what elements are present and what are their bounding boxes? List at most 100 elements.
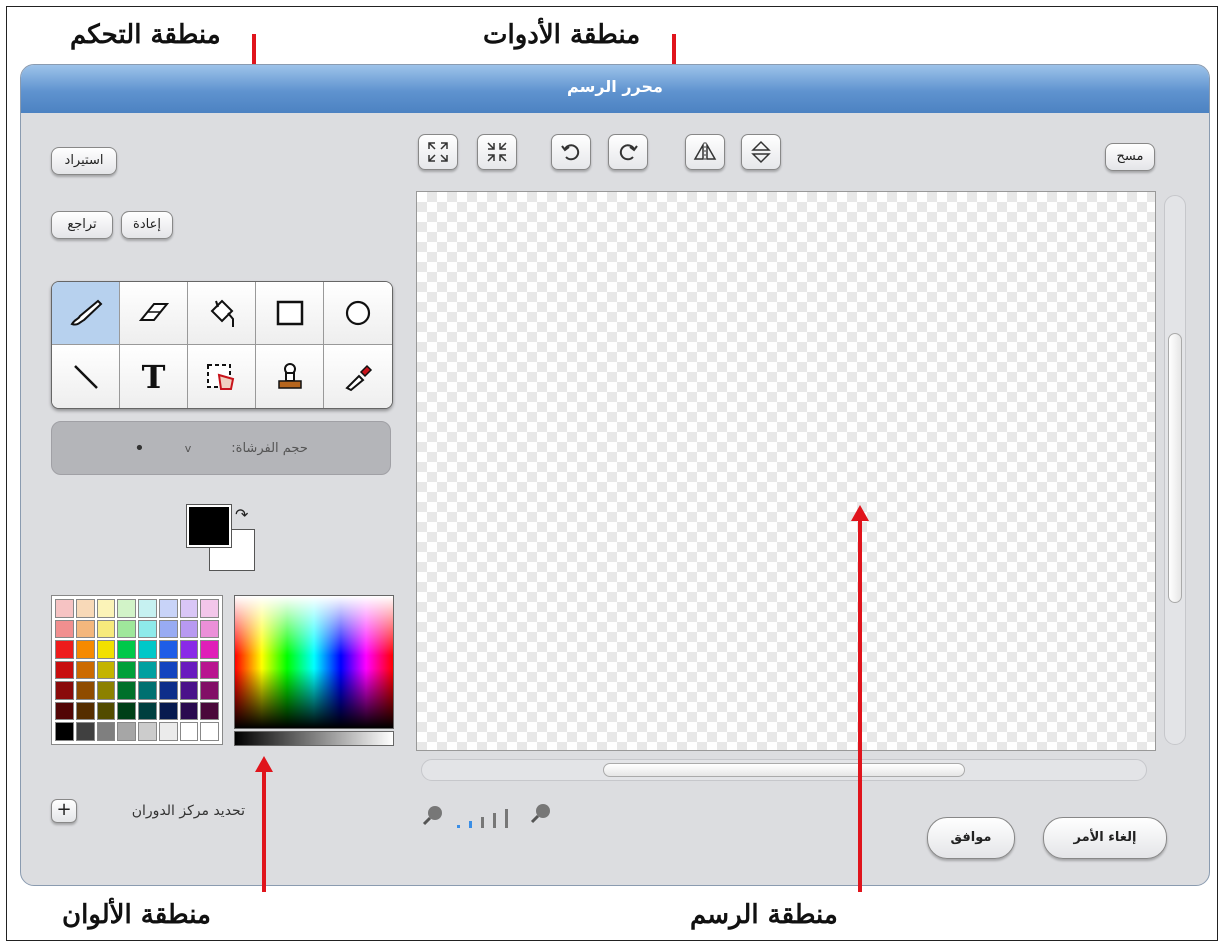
color-swatch[interactable]: [75, 681, 95, 700]
swap-colors-icon[interactable]: ↷: [235, 505, 248, 524]
color-swatch[interactable]: [75, 660, 95, 680]
grow-icon[interactable]: [418, 134, 458, 170]
tool-palette: T: [51, 281, 393, 409]
grayscale-picker[interactable]: [234, 731, 394, 746]
horizontal-scroll-thumb[interactable]: [603, 763, 965, 777]
color-swatch[interactable]: [179, 660, 199, 680]
color-swatch[interactable]: [75, 619, 95, 639]
color-swatch[interactable]: [117, 640, 136, 659]
eraser-icon[interactable]: [120, 282, 188, 345]
arrow-colors-area: [262, 772, 266, 892]
drawing-canvas[interactable]: [416, 191, 1156, 751]
color-swatch[interactable]: [158, 722, 178, 741]
color-swatch[interactable]: [117, 599, 136, 618]
color-swatch[interactable]: [158, 660, 178, 680]
color-swatch[interactable]: [179, 640, 199, 659]
color-swatch[interactable]: [117, 681, 136, 700]
color-swatch[interactable]: [158, 599, 178, 618]
color-swatch[interactable]: [96, 599, 116, 618]
color-swatch[interactable]: [179, 599, 199, 618]
ellipse-icon[interactable]: [324, 282, 392, 345]
color-swatch[interactable]: [96, 619, 116, 639]
color-swatch[interactable]: [138, 599, 157, 618]
color-swatch[interactable]: [200, 701, 219, 721]
text-icon[interactable]: T: [120, 345, 188, 408]
color-swatch[interactable]: [55, 681, 74, 700]
zoom-out-icon[interactable]: [421, 803, 445, 831]
flip-horizontal-icon[interactable]: [685, 134, 725, 170]
window-title: محرر الرسم: [21, 65, 1209, 113]
color-swatch[interactable]: [55, 701, 74, 721]
color-swatch[interactable]: [117, 619, 136, 639]
color-swatch[interactable]: [200, 599, 219, 618]
color-swatch[interactable]: [55, 619, 74, 639]
annotation-control-area: منطقة التحكم: [70, 20, 221, 50]
shrink-icon[interactable]: [477, 134, 517, 170]
line-icon[interactable]: [52, 345, 120, 408]
color-swatch[interactable]: [96, 701, 116, 721]
color-swatch[interactable]: [179, 722, 199, 741]
color-swatch[interactable]: [75, 599, 95, 618]
color-swatch[interactable]: [158, 640, 178, 659]
import-button[interactable]: استيراد: [51, 147, 117, 175]
color-swatch[interactable]: [179, 619, 199, 639]
select-icon[interactable]: [188, 345, 256, 408]
color-swatch[interactable]: [55, 722, 74, 741]
fill-bucket-icon[interactable]: [188, 282, 256, 345]
zoom-level-indicator[interactable]: [455, 805, 539, 829]
color-swatch[interactable]: [158, 619, 178, 639]
foreground-color-swatch[interactable]: [186, 504, 232, 548]
ok-button[interactable]: موافق: [927, 817, 1015, 859]
color-palette: [51, 595, 223, 745]
color-swatch[interactable]: [200, 660, 219, 680]
color-swatch[interactable]: [75, 701, 95, 721]
zoom-in-icon[interactable]: [529, 801, 553, 829]
paint-editor-window: محرر الرسم استيراد إعادة تراجع T حجم الف…: [20, 64, 1210, 886]
color-swatch[interactable]: [158, 701, 178, 721]
eyedropper-icon[interactable]: [324, 345, 392, 408]
chevron-down-icon[interactable]: v: [185, 442, 192, 455]
color-swatch[interactable]: [200, 640, 219, 659]
color-swatch[interactable]: [138, 640, 157, 659]
color-swatch[interactable]: [96, 722, 116, 741]
flip-vertical-icon[interactable]: [741, 134, 781, 170]
color-swatch[interactable]: [138, 619, 157, 639]
annotation-drawing-area: منطقة الرسم: [690, 900, 838, 930]
color-swatch[interactable]: [138, 681, 157, 700]
annotation-tools-area: منطقة الأدوات: [483, 20, 641, 50]
rotation-center-button[interactable]: +: [51, 799, 77, 823]
vertical-scroll-thumb[interactable]: [1168, 333, 1182, 603]
color-swatch[interactable]: [75, 640, 95, 659]
color-swatch[interactable]: [55, 640, 74, 659]
color-swatch[interactable]: [117, 701, 136, 721]
color-swatch[interactable]: [117, 660, 136, 680]
redo-button[interactable]: إعادة: [121, 211, 173, 239]
undo-button[interactable]: تراجع: [51, 211, 113, 239]
color-swatch[interactable]: [200, 681, 219, 700]
color-swatch[interactable]: [179, 681, 199, 700]
color-swatch[interactable]: [96, 640, 116, 659]
rotate-right-icon[interactable]: [608, 134, 648, 170]
color-swatch[interactable]: [138, 701, 157, 721]
color-swatch[interactable]: [200, 619, 219, 639]
color-swatch[interactable]: [55, 660, 74, 680]
arrow-drawing-area: [858, 520, 862, 892]
color-spectrum-picker[interactable]: [234, 595, 394, 729]
brush-dot-icon: •: [134, 437, 145, 459]
color-swatch[interactable]: [55, 599, 74, 618]
color-swatch[interactable]: [138, 660, 157, 680]
rectangle-icon[interactable]: [256, 282, 324, 345]
cancel-button[interactable]: إلغاء الأمر: [1043, 817, 1167, 859]
clear-button[interactable]: مسح: [1105, 143, 1155, 171]
color-swatch[interactable]: [200, 722, 219, 741]
brush-icon[interactable]: [52, 282, 120, 345]
stamp-icon[interactable]: [256, 345, 324, 408]
color-swatch[interactable]: [96, 660, 116, 680]
rotate-left-icon[interactable]: [551, 134, 591, 170]
color-swatch[interactable]: [158, 681, 178, 700]
color-swatch[interactable]: [96, 681, 116, 700]
color-swatch[interactable]: [117, 722, 136, 741]
color-swatch[interactable]: [75, 722, 95, 741]
color-swatch[interactable]: [138, 722, 157, 741]
color-swatch[interactable]: [179, 701, 199, 721]
